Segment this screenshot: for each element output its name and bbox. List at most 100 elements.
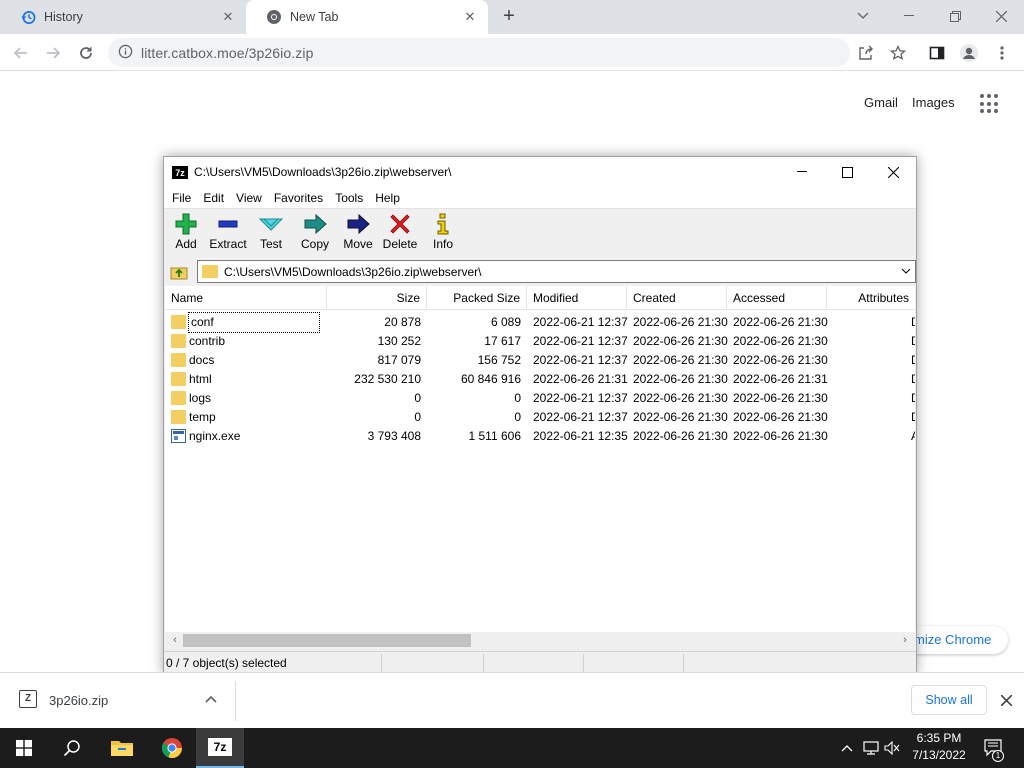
tab-history[interactable]: History ✕	[0, 0, 246, 34]
table-row[interactable]: conf 20 878 6 089 2022-06-21 12:37 2022-06-2…	[165, 312, 915, 333]
site-info-icon[interactable]	[118, 44, 133, 62]
sevenzip-address-row: C:\Users\VM5\Downloads\3p26io.zip\webser…	[164, 258, 916, 285]
tab-label: History	[44, 10, 83, 24]
column-packed-size[interactable]: Packed Size	[427, 286, 527, 310]
file-list[interactable]: Name Size Packed Size Modified Created A…	[165, 286, 915, 632]
file-explorer-icon[interactable]	[98, 728, 146, 768]
search-icon[interactable]	[48, 728, 96, 768]
minimize-icon[interactable]	[779, 161, 825, 183]
extract-button[interactable]: Extract	[206, 213, 250, 257]
scrollbar-thumb[interactable]	[183, 634, 471, 647]
chevron-up-icon[interactable]	[205, 692, 217, 706]
info-button[interactable]: Info	[421, 213, 465, 257]
cell-name: conf	[188, 312, 320, 333]
close-window-icon[interactable]	[978, 4, 1024, 28]
scroll-right-icon[interactable]: ›	[897, 633, 913, 648]
minimize-icon[interactable]	[886, 4, 932, 28]
clock-time: 6:35 PM	[916, 731, 962, 745]
gmail-link[interactable]: Gmail	[864, 95, 898, 110]
restore-icon[interactable]	[932, 4, 978, 28]
cell-size: 130 252	[377, 334, 421, 348]
tab-strip: History ✕ New Tab ✕ +	[0, 0, 1024, 34]
menu-help[interactable]: Help	[369, 191, 406, 205]
column-accessed[interactable]: Accessed	[727, 286, 827, 310]
sevenzip-taskbar-icon[interactable]: 7z	[196, 728, 244, 768]
new-tab-plus-icon[interactable]: +	[498, 6, 520, 28]
chrome-icon[interactable]	[148, 728, 196, 768]
tray-chevron-up-icon[interactable]	[838, 728, 856, 768]
cell-packed-size: 0	[514, 410, 521, 424]
cell-packed-size: 17 617	[484, 334, 521, 348]
status-segment	[382, 654, 484, 672]
maximize-icon[interactable]	[824, 161, 870, 183]
address-bar[interactable]: litter.catbox.moe/3p26io.zip	[108, 38, 850, 67]
test-icon	[259, 213, 283, 235]
column-size[interactable]: Size	[327, 286, 427, 310]
chevron-down-icon[interactable]	[840, 4, 886, 28]
profile-avatar-icon[interactable]	[956, 40, 982, 66]
move-button[interactable]: Move	[336, 213, 380, 257]
tab-new-tab[interactable]: New Tab ✕	[246, 0, 488, 34]
sevenzip-title-bar[interactable]: 7z C:\Users\VM5\Downloads\3p26io.zip\web…	[164, 157, 916, 187]
cell-size: 0	[414, 410, 421, 424]
cell-created: 2022-06-26 21:30	[633, 353, 728, 367]
share-icon[interactable]	[853, 40, 879, 66]
menu-tools[interactable]: Tools	[329, 191, 369, 205]
close-window-icon[interactable]	[870, 161, 916, 183]
images-link[interactable]: Images	[912, 95, 955, 110]
add-button[interactable]: Add	[164, 213, 208, 257]
cell-accessed: 2022-06-26 21:30	[733, 429, 828, 443]
bookmark-star-icon[interactable]	[885, 40, 911, 66]
menu-file[interactable]: File	[166, 191, 197, 205]
cell-attributes: D	[911, 332, 915, 351]
file-list-header: Name Size Packed Size Modified Created A…	[165, 286, 915, 310]
cell-name: contrib	[189, 334, 226, 348]
folder-up-icon[interactable]	[168, 262, 190, 282]
show-all-button[interactable]: Show all	[911, 685, 987, 715]
network-icon[interactable]	[860, 728, 882, 768]
menu-view[interactable]: View	[230, 191, 268, 205]
table-row[interactable]: docs 817 079 156 752 2022-06-21 12:37 2022-0…	[165, 351, 915, 370]
close-tab-icon[interactable]: ✕	[462, 9, 478, 25]
google-apps-icon[interactable]	[980, 94, 1000, 114]
column-attributes[interactable]: Attributes	[827, 286, 915, 310]
close-tab-icon[interactable]: ✕	[220, 9, 236, 25]
menu-favorites[interactable]: Favorites	[268, 191, 329, 205]
table-row[interactable]: logs 0 0 2022-06-21 12:37 2022-06-26 21:30 20…	[165, 389, 915, 408]
sevenzip-window: 7z C:\Users\VM5\Downloads\3p26io.zip\web…	[163, 156, 917, 674]
volume-mute-icon[interactable]	[882, 728, 902, 768]
table-row[interactable]: html 232 530 210 60 846 916 2022-06-26 21:3…	[165, 370, 915, 389]
scroll-left-icon[interactable]: ‹	[167, 633, 183, 648]
start-windows-icon[interactable]	[0, 728, 48, 768]
download-bar: Z 3p26io.zip Show all	[0, 672, 1024, 728]
table-row[interactable]: nginx.exe 3 793 408 1 511 606 2022-06-21 12…	[165, 427, 915, 446]
notifications-icon[interactable]: 1	[982, 728, 1006, 768]
column-created[interactable]: Created	[627, 286, 727, 310]
delete-button[interactable]: Delete	[378, 213, 422, 257]
table-row[interactable]: temp 0 0 2022-06-21 12:37 2022-06-26 21:30 20…	[165, 408, 915, 427]
test-button[interactable]: Test	[249, 213, 293, 257]
side-panel-icon[interactable]	[924, 40, 950, 66]
copy-button[interactable]: Copy	[293, 213, 337, 257]
column-name[interactable]: Name	[165, 286, 327, 310]
cell-modified: 2022-06-21 12:37	[533, 410, 628, 424]
chevron-down-icon[interactable]	[901, 265, 911, 277]
reload-icon[interactable]	[73, 40, 99, 66]
horizontal-scrollbar[interactable]: ‹ ›	[165, 632, 915, 649]
cell-created: 2022-06-26 21:30	[633, 410, 728, 424]
delete-icon	[388, 213, 412, 235]
forward-arrow-icon[interactable]	[40, 40, 66, 66]
back-arrow-icon[interactable]	[8, 40, 34, 66]
kebab-menu-icon[interactable]	[989, 40, 1015, 66]
cell-size: 3 793 408	[367, 429, 421, 443]
table-row[interactable]: contrib 130 252 17 617 2022-06-21 12:37 2022…	[165, 332, 915, 351]
download-item[interactable]: Z 3p26io.zip	[0, 681, 236, 721]
system-clock[interactable]: 6:35 PM 7/13/2022	[900, 730, 978, 766]
menu-edit[interactable]: Edit	[197, 191, 230, 205]
folder-icon	[171, 353, 186, 367]
cell-created: 2022-06-26 21:30	[633, 315, 728, 329]
cell-modified: 2022-06-21 12:37	[533, 353, 628, 367]
path-combobox[interactable]: C:\Users\VM5\Downloads\3p26io.zip\webser…	[197, 260, 916, 283]
close-icon[interactable]	[996, 690, 1016, 710]
column-modified[interactable]: Modified	[527, 286, 627, 310]
